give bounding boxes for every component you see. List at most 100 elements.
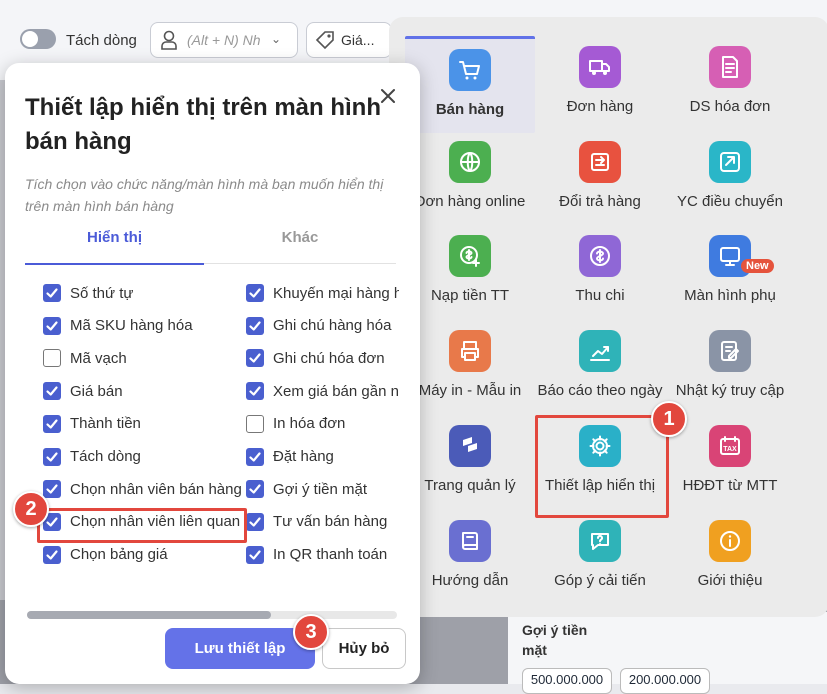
tag-icon (315, 31, 334, 50)
menu-item[interactable]: Đổi trả hàng (535, 131, 665, 225)
display-option[interactable]: Ghi chú hóa đơn (246, 347, 399, 369)
display-option-label: Tư vấn bán hàng (273, 513, 388, 531)
menu-item[interactable]: Máy in - Mẫu in (405, 320, 535, 414)
menu-item[interactable]: Góp ý cải tiến (535, 510, 665, 604)
checkbox-checked[interactable] (43, 447, 61, 466)
invoice-icon (709, 46, 751, 88)
menu-item[interactable]: Trang quản lý (405, 415, 535, 509)
display-option[interactable]: Giá bán (43, 380, 243, 402)
printer-icon (449, 330, 491, 372)
cancel-button[interactable]: Hủy bỏ (322, 628, 406, 669)
menu-item-label: Nhật ký truy cập (675, 382, 785, 399)
display-option-label: Mã vạch (70, 349, 127, 367)
chevron-down-icon: ⌄ (271, 32, 282, 46)
menu-item-label: Màn hình phụ (684, 287, 776, 304)
display-option[interactable]: Chọn bảng giá (43, 544, 243, 566)
checkbox-checked[interactable] (43, 480, 61, 499)
menu-item-label: HĐĐT từ MTT (682, 477, 778, 494)
display-option[interactable]: Chọn nhân viên bán hàng (43, 478, 243, 500)
display-option[interactable]: In QR thanh toán (246, 544, 399, 566)
display-option[interactable]: Tách dòng (43, 446, 243, 468)
display-option[interactable]: Số thứ tự (43, 282, 243, 304)
menu-item[interactable]: DS hóa đơn (665, 36, 795, 130)
display-option[interactable]: Đặt hàng (246, 446, 399, 468)
display-option[interactable]: Xem giá bán gần nhất (246, 380, 399, 402)
split-line-toggle-label: Tách dòng (66, 32, 137, 49)
checkbox-checked[interactable] (246, 480, 264, 499)
checkbox-checked[interactable] (246, 382, 264, 401)
checkbox-checked[interactable] (246, 349, 264, 368)
checkbox-checked[interactable] (43, 545, 61, 564)
menu-item[interactable]: Nhật ký truy cập (665, 320, 795, 414)
display-option[interactable]: Mã vạch (43, 347, 243, 369)
check-icon (249, 353, 261, 363)
display-option[interactable]: Mã SKU hàng hóa (43, 315, 243, 337)
checkbox-checked[interactable] (43, 414, 61, 433)
step-marker-2: 2 (13, 491, 49, 527)
menu-item[interactable]: TAX HĐĐT từ MTT (665, 415, 795, 509)
menu-item[interactable]: Nạp tiền TT (405, 225, 535, 319)
menu-item[interactable]: Báo cáo theo ngày (535, 320, 665, 414)
menu-item[interactable]: Hướng dẫn (405, 510, 535, 604)
truck-icon (579, 46, 621, 88)
checkbox-checked[interactable] (246, 316, 264, 335)
display-option[interactable]: Thành tiền (43, 413, 243, 435)
menu-item[interactable]: Bán hàng (405, 36, 535, 133)
close-icon[interactable] (377, 85, 399, 107)
display-option[interactable]: In hóa đơn (246, 413, 399, 435)
topup-icon (449, 235, 491, 277)
checkbox-checked[interactable] (246, 284, 264, 302)
checkbox-checked[interactable] (246, 545, 264, 564)
manage-icon (449, 425, 491, 467)
check-icon (249, 451, 261, 462)
checkbox-checked[interactable] (246, 447, 264, 466)
checkbox-unchecked[interactable] (246, 414, 264, 433)
checkbox-checked[interactable] (43, 382, 61, 401)
menu-item-label: YC điều chuyển (677, 193, 783, 210)
display-option-label: Chọn bảng giá (70, 546, 168, 564)
display-option-label: In QR thanh toán (273, 546, 388, 564)
checkbox-unchecked[interactable] (43, 349, 61, 368)
display-option-label: Số thứ tự (70, 284, 134, 302)
menu-item[interactable]: YC điều chuyển (665, 131, 795, 225)
display-option-label: Mã SKU hàng hóa (70, 317, 193, 335)
price-list-label: Giá... (341, 32, 375, 48)
check-icon (249, 321, 261, 331)
price-list-select[interactable]: Giá... (306, 22, 392, 58)
display-option[interactable]: Tư vấn bán hàng (246, 511, 399, 533)
split-line-toggle[interactable] (20, 29, 56, 49)
display-option[interactable]: Khuyến mại hàng hóa (246, 282, 399, 304)
cash-chip[interactable]: 500.000.000 (522, 668, 612, 694)
menu-item[interactable]: New Màn hình phụ (665, 225, 795, 319)
display-option-label: Thành tiền (70, 415, 141, 433)
dollar-icon (579, 235, 621, 277)
display-option-label: Đặt hàng (273, 448, 334, 465)
menu-item[interactable]: Đơn hàng (535, 36, 665, 130)
check-icon (46, 549, 58, 560)
info-icon (709, 520, 751, 562)
transfer-icon (709, 141, 751, 183)
highlight-box-related-staff-option (37, 508, 247, 543)
display-option[interactable]: Ghi chú hàng hóa (246, 315, 399, 337)
menu-item[interactable]: Thu chi (535, 225, 665, 319)
check-icon (46, 321, 58, 331)
checkbox-checked[interactable] (43, 284, 61, 302)
display-option-label: Tách dòng (70, 448, 141, 465)
check-icon (249, 549, 261, 560)
tab-other[interactable]: Khác (204, 229, 396, 264)
cash-chip[interactable]: 200.000.000 (620, 668, 710, 694)
dialog-description: Tích chọn vào chức năng/màn hình mà bạn … (25, 176, 384, 214)
menu-item-label: DS hóa đơn (689, 98, 771, 115)
check-icon (249, 517, 261, 527)
checkbox-checked[interactable] (246, 512, 264, 531)
display-option-label: Xem giá bán gần nhất (273, 382, 399, 400)
tab-display[interactable]: Hiển thị (25, 229, 204, 265)
display-option[interactable]: Gợi ý tiền mặt (246, 478, 399, 500)
menu-item[interactable]: Giới thiệu (665, 510, 795, 604)
checkbox-checked[interactable] (43, 316, 61, 335)
employee-select[interactable]: (Alt + N) Nh ⌄ (150, 22, 298, 58)
horizontal-scrollbar-thumb[interactable] (27, 611, 271, 619)
menu-item-label: Giới thiệu (697, 572, 763, 589)
menu-item[interactable]: Đơn hàng online (405, 131, 535, 225)
user-icon (161, 30, 177, 50)
